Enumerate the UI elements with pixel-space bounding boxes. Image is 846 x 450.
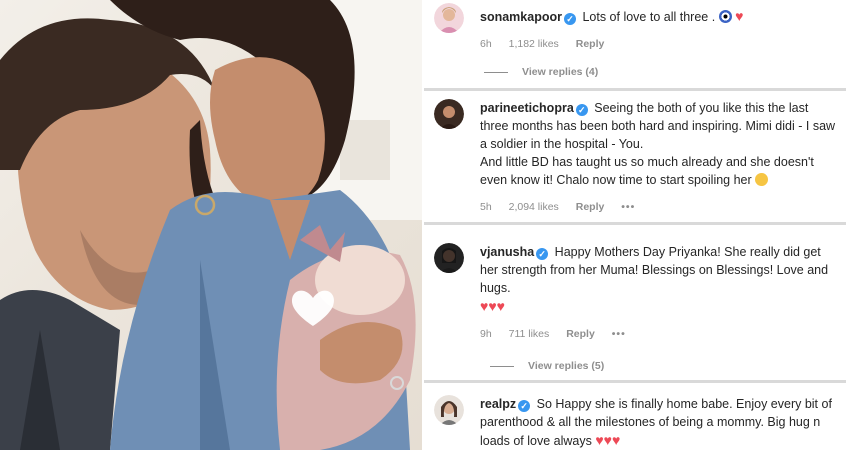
- username[interactable]: vjanusha: [480, 245, 534, 259]
- view-replies-label: View replies (4): [522, 66, 599, 78]
- reply-button[interactable]: Reply: [576, 38, 605, 50]
- divider-line: [484, 71, 508, 73]
- more-options-icon[interactable]: •••: [612, 328, 626, 340]
- evil-eye-icon: [718, 10, 732, 23]
- comment-sonamkapoor: sonamkapoor ✓ Lots of love to all three .…: [434, 3, 840, 50]
- avatar[interactable]: [434, 99, 464, 129]
- comment-panel-realpz: realpz ✓ So Happy she is finally home bab…: [424, 383, 846, 450]
- comment-text: Lots of love to all three .: [582, 10, 716, 24]
- family-photo-illustration: [0, 0, 422, 450]
- red-hearts-icon: ♥♥♥: [480, 298, 505, 314]
- family-photo: [0, 0, 422, 450]
- like-count[interactable]: 1,182 likes: [509, 38, 559, 50]
- grinning-face-icon: [755, 173, 769, 186]
- comment-parineetichopra: parineetichopra ✓ Seeing the both of you …: [434, 99, 840, 213]
- comment-panel-vjanusha: vjanusha ✓ Happy Mothers Day Priyanka! Sh…: [424, 225, 846, 380]
- view-replies-label: View replies (5): [528, 360, 605, 372]
- divider-line: [490, 365, 514, 367]
- reply-button[interactable]: Reply: [576, 201, 605, 213]
- avatar[interactable]: [434, 395, 464, 425]
- more-options-icon[interactable]: •••: [621, 201, 635, 213]
- like-count[interactable]: 2,094 likes: [509, 201, 559, 213]
- username[interactable]: sonamkapoor: [480, 10, 562, 24]
- comment-text: So Happy she is finally home babe. Enjoy…: [480, 397, 832, 448]
- view-replies-button[interactable]: View replies (5): [490, 360, 604, 372]
- reply-button[interactable]: Reply: [566, 328, 595, 340]
- view-replies-button[interactable]: View replies (4): [484, 66, 598, 78]
- comment-panel-parineetichopra: parineetichopra ✓ Seeing the both of you …: [424, 91, 846, 222]
- verified-badge-icon: ✓: [518, 400, 531, 412]
- username[interactable]: parineetichopra: [480, 101, 574, 115]
- comment-time: 5h: [480, 201, 492, 213]
- verified-badge-icon: ✓: [563, 13, 576, 25]
- like-count[interactable]: 711 likes: [509, 328, 550, 340]
- red-hearts-icon: ♥♥♥: [595, 432, 621, 448]
- avatar[interactable]: [434, 3, 464, 33]
- comment-time: 9h: [480, 328, 492, 340]
- comment-vjanusha: vjanusha ✓ Happy Mothers Day Priyanka! Sh…: [434, 243, 840, 340]
- comment-time: 6h: [480, 38, 492, 50]
- comment-realpz: realpz ✓ So Happy she is finally home bab…: [434, 395, 840, 450]
- verified-badge-icon: ✓: [575, 104, 588, 116]
- verified-badge-icon: ✓: [536, 248, 549, 260]
- red-heart-icon: ♥: [735, 8, 744, 24]
- comment-panel-sonamkapoor: sonamkapoor ✓ Lots of love to all three .…: [424, 0, 846, 88]
- username[interactable]: realpz: [480, 397, 516, 411]
- avatar[interactable]: [434, 243, 464, 273]
